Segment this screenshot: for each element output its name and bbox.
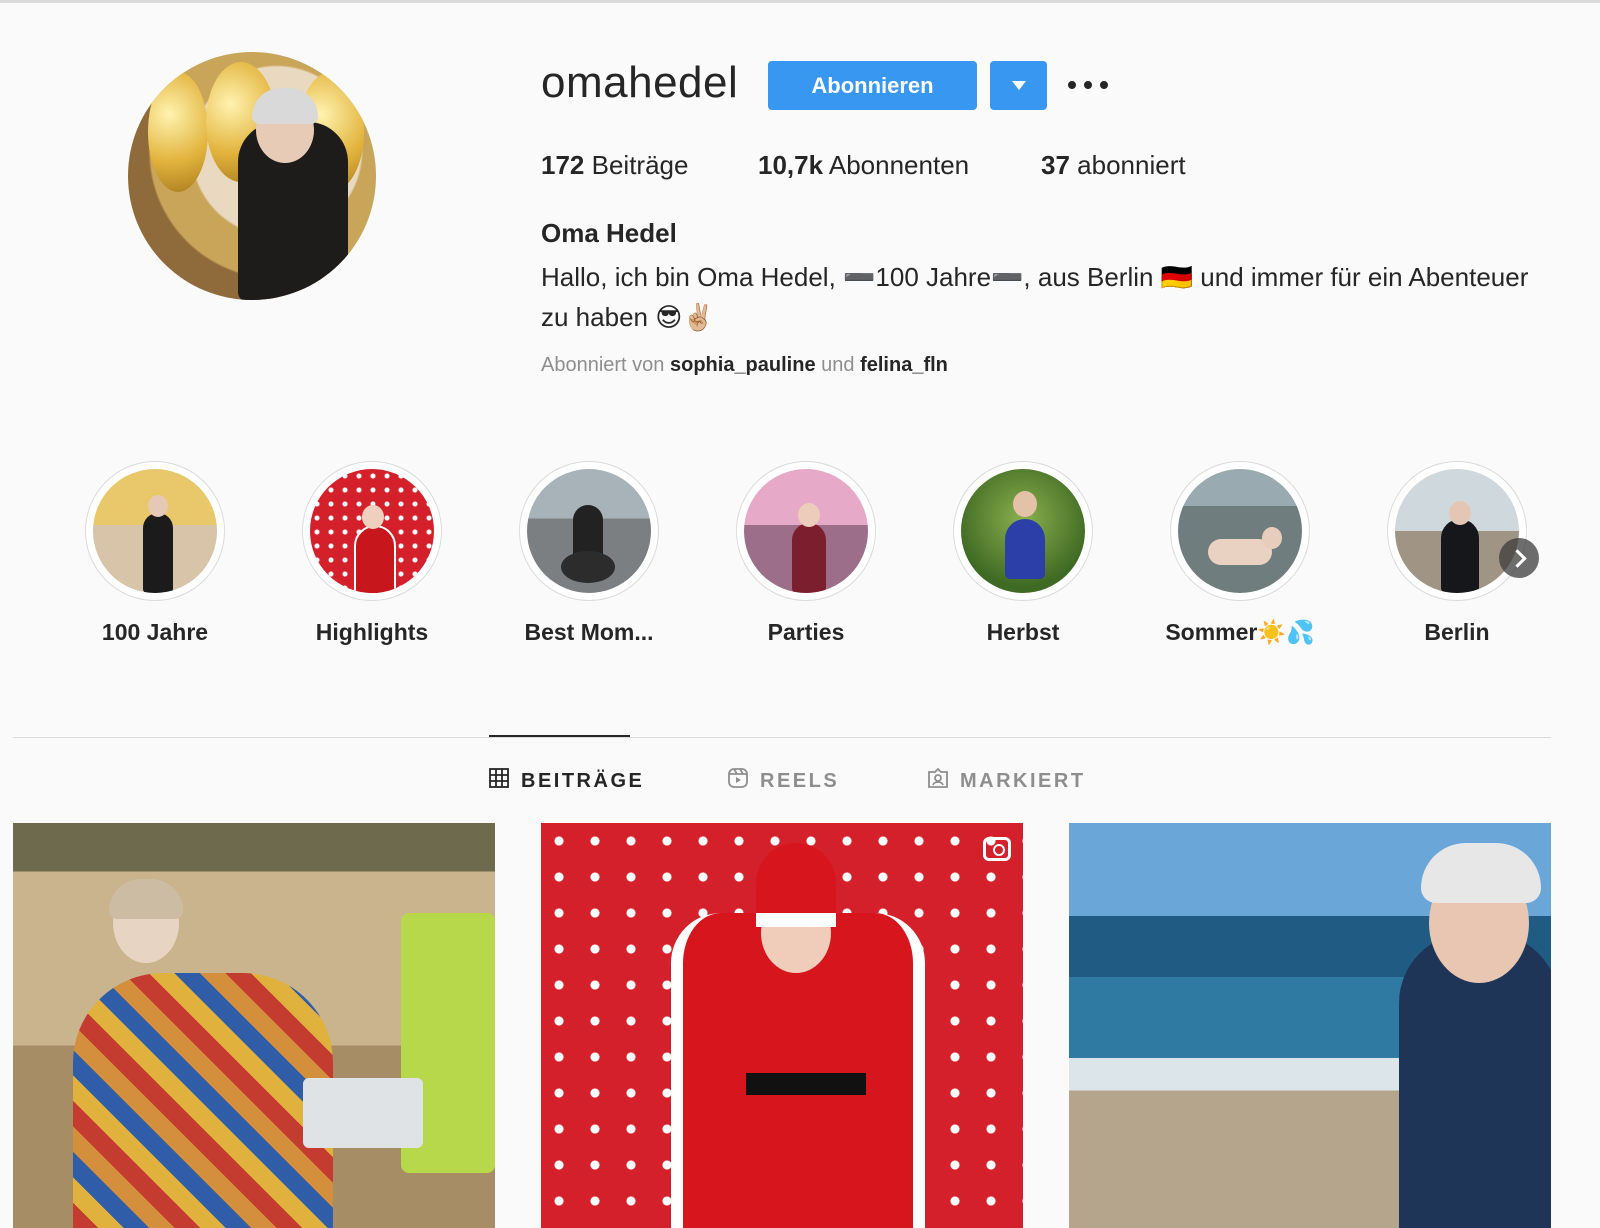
following-count[interactable]: 37 abonniert (1041, 150, 1186, 181)
active-tab-indicator (489, 735, 630, 737)
profile-username: omahedel (541, 58, 739, 107)
tabs-divider (13, 737, 1551, 738)
posts-count-value: 172 (541, 150, 585, 180)
followed-by-user-link[interactable]: felina_fln (860, 354, 948, 376)
more-options-button[interactable] (1068, 78, 1108, 92)
followers-count[interactable]: 10,7k Abonnenten (758, 150, 969, 181)
highlight-ring (85, 461, 225, 601)
highlight-ring (302, 461, 442, 601)
highlight-ring (1170, 461, 1310, 601)
tab-tagged[interactable]: MARKIERT (928, 767, 1086, 794)
posts-count-label: Beiträge (591, 150, 689, 180)
highlight-label: Sommer☀️💦 (1165, 619, 1315, 645)
highlight-ring (736, 461, 876, 601)
tagged-icon (928, 767, 948, 794)
highlight-label: Herbst (986, 619, 1060, 645)
dot-icon (1084, 81, 1092, 89)
followed-by-join: und (821, 354, 855, 376)
highlight-label: Parties (767, 619, 845, 645)
tab-reels[interactable]: REELS (728, 768, 839, 794)
following-count-label: abonniert (1077, 150, 1186, 180)
highlight-ring (953, 461, 1093, 601)
followers-count-value: 10,7k (758, 150, 824, 180)
posts-count: 172 Beiträge (541, 150, 688, 181)
followed-by[interactable]: Abonniert von sophia_pauline und felina_… (541, 354, 948, 377)
triangle-down-icon (1011, 81, 1026, 90)
tab-reels-label: REELS (760, 769, 840, 792)
following-count-value: 37 (1041, 150, 1070, 180)
followed-by-prefix: Abonniert von (541, 354, 665, 376)
highlight-label: Berlin (1424, 619, 1490, 645)
followers-count-label: Abonnenten (828, 150, 970, 180)
follow-button[interactable]: Abonnieren (768, 61, 977, 110)
suggested-accounts-button[interactable] (990, 61, 1047, 110)
reels-icon (728, 768, 748, 794)
highlight-label: Highlights (315, 619, 429, 645)
profile-avatar[interactable] (128, 52, 376, 300)
highlights-next-button[interactable] (1499, 538, 1539, 578)
grid-icon (489, 768, 509, 794)
post-thumbnail[interactable] (1069, 823, 1551, 1228)
top-border (0, 0, 1600, 3)
dot-icon (1068, 81, 1076, 89)
profile-full-name: Oma Hedel (541, 218, 677, 248)
followed-by-user-link[interactable]: sophia_pauline (670, 354, 816, 376)
highlight-label: 100 Jahre (101, 619, 209, 645)
highlight-ring (1387, 461, 1527, 601)
reel-badge-icon (983, 837, 1011, 861)
post-thumbnail[interactable] (13, 823, 495, 1228)
profile-bio: Hallo, ich bin Oma Hedel, ➖100 Jahre➖, a… (541, 262, 1529, 332)
tab-tagged-label: MARKIERT (960, 769, 1086, 792)
tab-posts[interactable]: BEITRÄGE (489, 768, 644, 794)
tab-posts-label: BEITRÄGE (521, 769, 645, 792)
post-thumbnail[interactable] (541, 823, 1023, 1228)
chevron-right-icon (1507, 548, 1527, 568)
dot-icon (1100, 81, 1108, 89)
highlight-ring (519, 461, 659, 601)
highlight-label: Best Mom... (524, 619, 654, 645)
